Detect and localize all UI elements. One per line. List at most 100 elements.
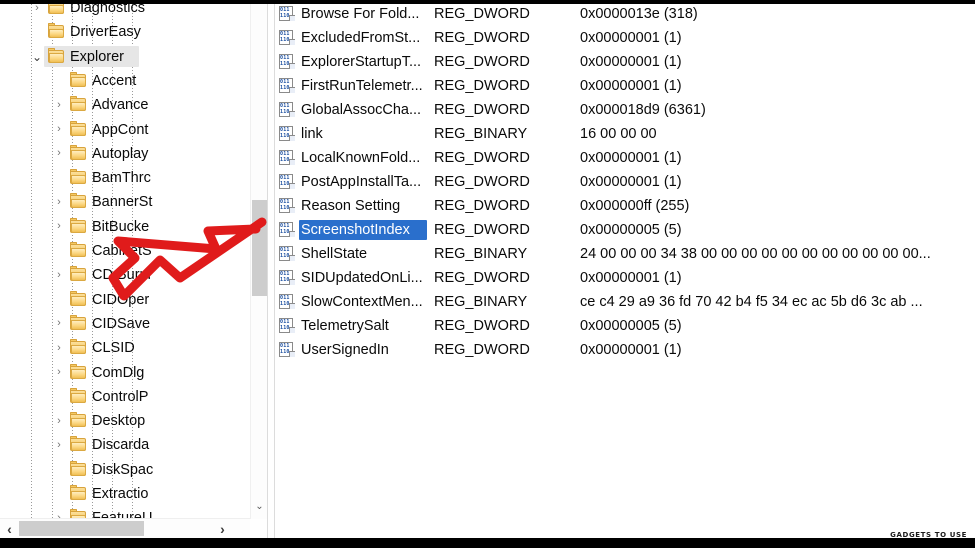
value-name: ExplorerStartupT... xyxy=(301,54,422,70)
registry-value-row[interactable]: 011 110 Reason Setting REG_DWORD 0x000000ff … xyxy=(275,194,975,218)
registry-value-row[interactable]: 011 110 ExcludedFromSt... REG_DWORD 0x000000… xyxy=(275,26,975,50)
value-name: link xyxy=(301,126,323,142)
value-name: ScreenshotIndex xyxy=(301,222,410,238)
registry-value-row[interactable]: 011 110 SlowContextMen... REG_BINARY ce c4 2… xyxy=(275,290,975,314)
value-data: 0x00000001 (1) xyxy=(580,78,682,94)
value-type: REG_DWORD xyxy=(434,318,530,334)
tree-item-controlp[interactable]: ControlP xyxy=(0,385,250,409)
tree-item-label: BamThrc xyxy=(92,170,151,187)
tree-scroll-right-arrow[interactable]: › xyxy=(213,519,232,538)
tree-item-discarda[interactable]: › Discarda xyxy=(0,433,250,457)
value-data: 0x00000001 (1) xyxy=(580,54,682,70)
folder-icon xyxy=(70,485,86,501)
tree-item-autoplay[interactable]: › Autoplay xyxy=(0,142,250,166)
folder-icon xyxy=(70,120,86,137)
tree-item-diagnostics[interactable]: › Diagnostics xyxy=(0,4,250,20)
value-type: REG_DWORD xyxy=(434,174,530,190)
tree-item-drivereasy[interactable]: DriverEasy xyxy=(0,20,250,44)
folder-icon xyxy=(70,363,86,380)
value-name: TelemetrySalt xyxy=(301,318,389,334)
folder-icon xyxy=(70,436,86,452)
tree-item-accent[interactable]: Accent xyxy=(0,69,250,93)
value-name: ShellState xyxy=(301,246,368,262)
value-type: REG_DWORD xyxy=(434,198,530,214)
registry-value-row[interactable]: 011 110 ShellState REG_BINARY 24 00 00 00 34… xyxy=(275,242,975,266)
tree-scroll-left-arrow[interactable]: ‹ xyxy=(0,519,19,538)
tree-item-bannerst[interactable]: › BannerSt xyxy=(0,190,250,214)
registry-value-icon: 011 110 xyxy=(279,318,295,333)
tree-item-label: Discarda xyxy=(92,437,150,454)
chevron-right-icon[interactable]: › xyxy=(52,312,66,336)
folder-icon xyxy=(70,412,86,428)
tree-item-comdlg[interactable]: › ComDlg xyxy=(0,361,250,385)
registry-value-icon: 011 110 xyxy=(279,54,295,69)
chevron-right-icon[interactable]: › xyxy=(52,93,66,117)
registry-value-row[interactable]: 011 110 link REG_BINARY 16 00 00 00 xyxy=(275,122,975,146)
registry-value-row[interactable]: 011 110 SIDUpdatedOnLi... REG_DWORD 0x000000… xyxy=(275,266,975,290)
chevron-right-icon[interactable]: › xyxy=(52,361,66,385)
registry-value-row[interactable]: 011 110 GlobalAssocCha... REG_DWORD 0x000018… xyxy=(275,98,975,122)
value-type: REG_DWORD xyxy=(434,6,530,22)
registry-values-panel[interactable]: 011 110 Browse For Fold... REG_DWORD 0x00000… xyxy=(275,4,975,538)
value-data: 0x00000001 (1) xyxy=(580,174,682,190)
tree-item-label: Explorer xyxy=(70,48,124,65)
registry-value-row[interactable]: 011 110 TelemetrySalt REG_DWORD 0x00000005 (… xyxy=(275,314,975,338)
chevron-right-icon[interactable]: › xyxy=(52,433,66,457)
tree-item-label: Advance xyxy=(92,97,149,114)
tree-item-advance[interactable]: › Advance xyxy=(0,93,250,117)
tree-item-explorer[interactable]: ⌄ Explorer xyxy=(0,45,250,69)
registry-value-row[interactable]: 011 110 PostAppInstallTa... REG_DWORD 0x0000… xyxy=(275,170,975,194)
folder-icon xyxy=(48,47,64,64)
registry-value-row[interactable]: 011 110 ScreenshotIndex REG_DWORD 0x00000005… xyxy=(275,218,975,242)
value-type: REG_DWORD xyxy=(434,222,530,238)
tree-item-cabinets[interactable]: CabinetS xyxy=(0,239,250,263)
registry-value-row[interactable]: 011 110 LocalKnownFold... REG_DWORD 0x000000… xyxy=(275,146,975,170)
chevron-right-icon[interactable]: › xyxy=(52,336,66,360)
tree-item-label: DriverEasy xyxy=(70,24,141,41)
tree-hscrollbar-thumb[interactable] xyxy=(19,521,144,536)
registry-value-icon: 011 110 xyxy=(279,126,295,141)
tree-item-cidoper[interactable]: CIDOper xyxy=(0,288,250,312)
tree-horizontal-scrollbar[interactable]: ‹ › xyxy=(0,518,250,538)
registry-value-row[interactable]: 011 110 Browse For Fold... REG_DWORD 0x00000… xyxy=(275,4,975,26)
registry-value-icon: 011 110 xyxy=(279,222,295,237)
value-data: 0x00000001 (1) xyxy=(580,270,682,286)
registry-value-row[interactable]: 011 110 FirstRunTelemetr... REG_DWORD 0x0000… xyxy=(275,74,975,98)
registry-value-row[interactable]: 011 110 UserSignedIn REG_DWORD 0x00000001 (1… xyxy=(275,338,975,362)
tree-scrollbar-thumb[interactable] xyxy=(252,200,267,296)
value-name: Reason Setting xyxy=(301,198,401,214)
registry-editor-window: › Diagnostics DriverEasy ⌄ Explorer Accent › Ad… xyxy=(0,0,975,548)
tree-scroll-down-arrow[interactable]: ⌄ xyxy=(251,498,268,515)
panel-splitter[interactable] xyxy=(267,4,275,538)
chevron-right-icon[interactable]: › xyxy=(30,4,44,20)
value-data: 0x00000001 (1) xyxy=(580,342,682,358)
chevron-down-icon[interactable]: ⌄ xyxy=(30,45,44,69)
registry-key-tree-panel[interactable]: › Diagnostics DriverEasy ⌄ Explorer Accent › Ad… xyxy=(0,4,250,519)
value-name: GlobalAssocCha... xyxy=(301,102,422,118)
value-type: REG_BINARY xyxy=(434,294,528,310)
tree-item-bitbucke[interactable]: › BitBucke xyxy=(0,215,250,239)
tree-item-clsid[interactable]: › CLSID xyxy=(0,336,250,360)
value-type: REG_DWORD xyxy=(434,270,530,286)
tree-item-appcont[interactable]: › AppCont xyxy=(0,118,250,142)
chevron-right-icon[interactable]: › xyxy=(52,215,66,239)
chevron-right-icon[interactable]: › xyxy=(52,263,66,287)
tree-item-cidsave[interactable]: › CIDSave xyxy=(0,312,250,336)
tree-item-label: Accent xyxy=(92,72,137,89)
folder-icon xyxy=(70,242,86,258)
tree-item-label: CabinetS xyxy=(92,243,152,259)
tree-item-cd-burni[interactable]: › CD Burni xyxy=(0,263,250,287)
chevron-right-icon[interactable]: › xyxy=(52,409,66,433)
tree-item-bamthrc[interactable]: BamThrc xyxy=(0,166,250,190)
chevron-right-icon[interactable]: › xyxy=(52,190,66,214)
tree-vertical-scrollbar[interactable]: ⌄ xyxy=(250,4,268,519)
registry-value-row[interactable]: 011 110 ExplorerStartupT... REG_DWORD 0x0000… xyxy=(275,50,975,74)
folder-icon xyxy=(48,23,64,39)
tree-item-diskspac[interactable]: DiskSpac xyxy=(0,458,250,482)
chevron-right-icon[interactable]: › xyxy=(52,118,66,142)
tree-item-desktop[interactable]: › Desktop xyxy=(0,409,250,433)
chevron-right-icon[interactable]: › xyxy=(52,142,66,166)
registry-value-icon: 011 110 xyxy=(279,30,295,45)
tree-item-extractio[interactable]: Extractio xyxy=(0,482,250,506)
value-type: REG_DWORD xyxy=(434,342,530,358)
